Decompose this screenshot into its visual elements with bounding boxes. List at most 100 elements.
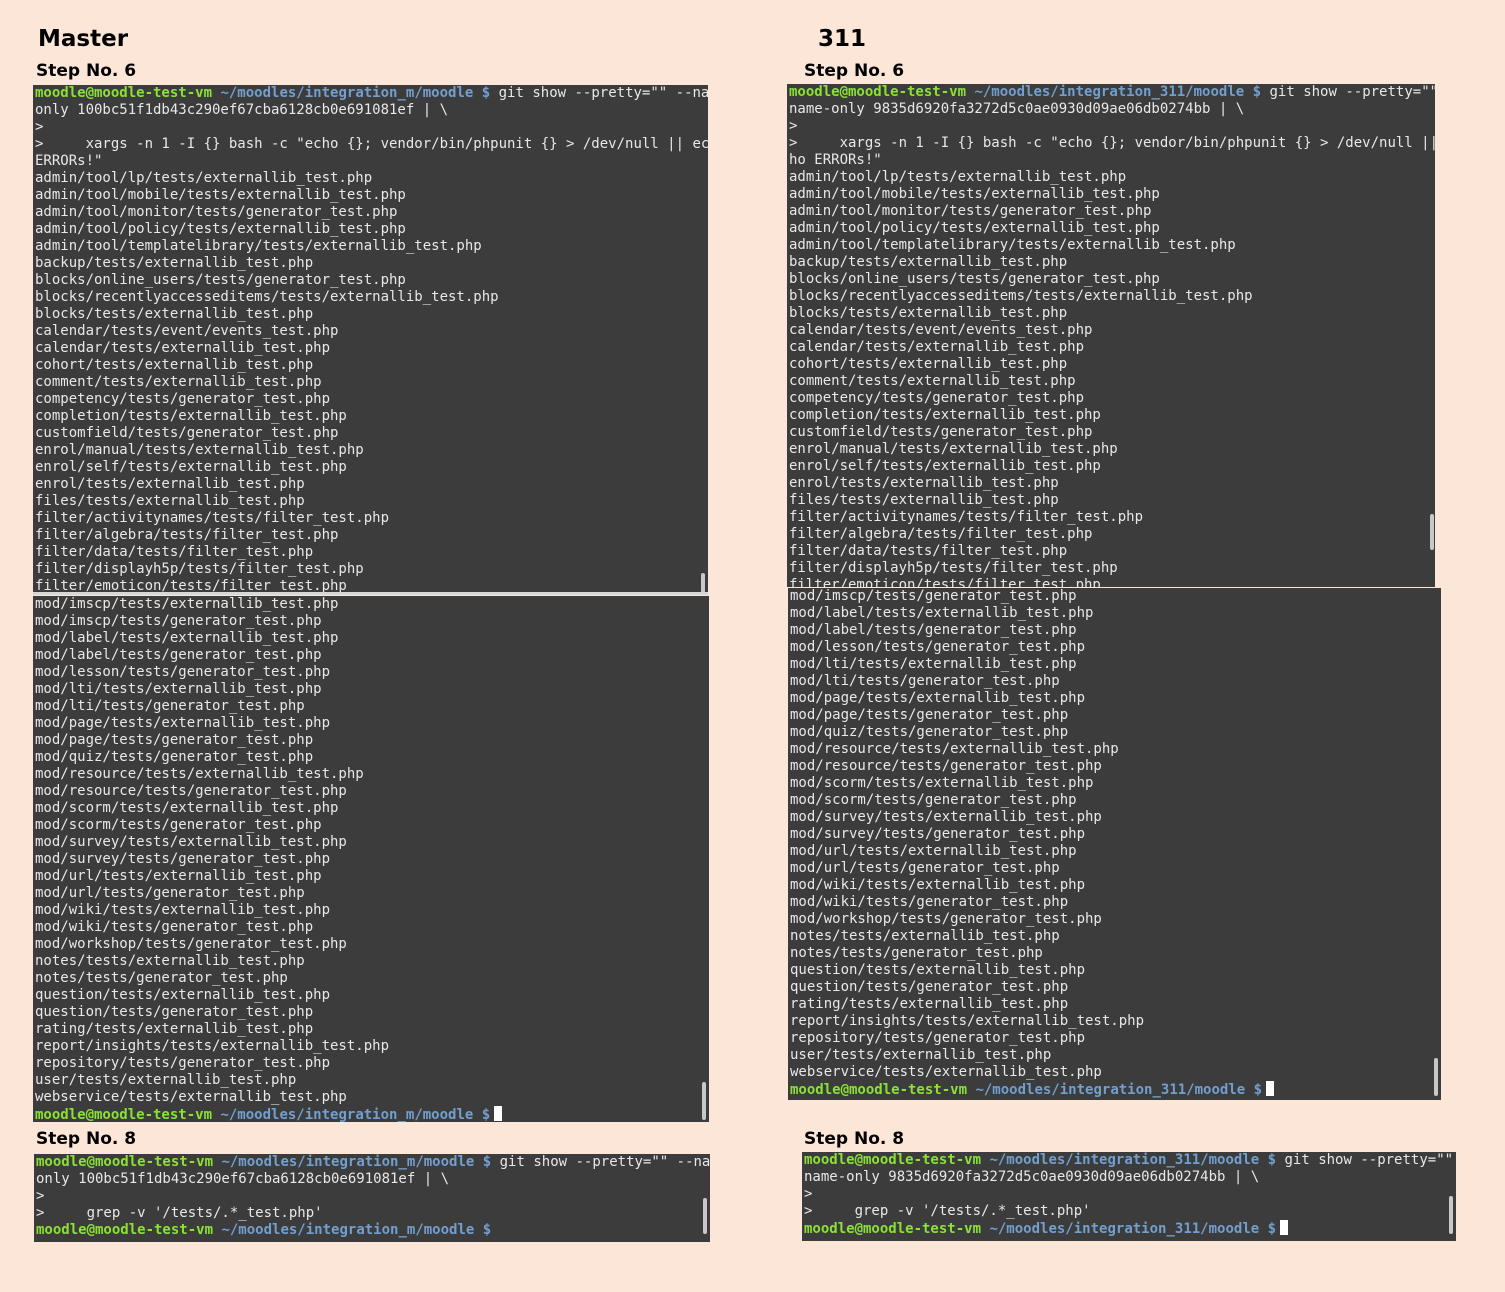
output-file-line: notes/tests/externallib_test.php (790, 928, 1060, 944)
command-text: git show --pretty="" -- (1284, 1152, 1454, 1168)
prompt-dollar: $ (1267, 1152, 1277, 1168)
output-file-line: calendar/tests/externallib_test.php (789, 339, 1085, 355)
output-file-line: question/tests/externallib_test.php (790, 962, 1086, 978)
output-file-line: mod/label/tests/externallib_test.php (35, 630, 339, 646)
command-continuation: > xargs -n 1 -I {} bash -c "echo {}; ven… (789, 135, 1435, 151)
output-file-line: admin/tool/lp/tests/externallib_test.php (789, 169, 1127, 185)
terminal-scrollbar[interactable] (1449, 1196, 1453, 1234)
output-file-line: mod/page/tests/generator_test.php (790, 707, 1069, 723)
output-file-line: customfield/tests/generator_test.php (789, 424, 1093, 440)
output-file-line: notes/tests/generator_test.php (35, 970, 288, 986)
output-file-line: admin/tool/templatelibrary/tests/externa… (789, 237, 1236, 253)
output-file-line: mod/label/tests/generator_test.php (35, 647, 322, 663)
terminal-311-step6-top[interactable]: moodle@moodle-test-vm ~/moodles/integrat… (787, 84, 1435, 587)
output-file-line: question/tests/generator_test.php (790, 979, 1069, 995)
output-file-line: mod/survey/tests/externallib_test.php (790, 809, 1102, 825)
terminal-scrollbar[interactable] (702, 1082, 706, 1120)
output-file-line: mod/page/tests/generator_test.php (35, 732, 314, 748)
prompt-user: moodle@moodle-test-vm (789, 84, 967, 100)
output-file-line: mod/survey/tests/generator_test.php (790, 826, 1086, 842)
output-file-line: mod/scorm/tests/generator_test.php (35, 817, 322, 833)
output-file-line: backup/tests/externallib_test.php (789, 254, 1068, 270)
output-file-line: notes/tests/externallib_test.php (35, 953, 305, 969)
prompt-user: moodle@moodle-test-vm (35, 1107, 213, 1122)
terminal-311-step8[interactable]: moodle@moodle-test-vm ~/moodles/integrat… (802, 1152, 1456, 1241)
output-file-line: user/tests/externallib_test.php (790, 1047, 1052, 1063)
output-file-line: blocks/online_users/tests/generator_test… (35, 272, 406, 288)
output-file-line: mod/lti/tests/externallib_test.php (35, 681, 322, 697)
output-file-line: blocks/recentlyaccesseditems/tests/exter… (789, 288, 1253, 304)
output-file-line: report/insights/tests/externallib_test.p… (35, 1038, 390, 1054)
terminal-scrollbar[interactable] (1434, 1058, 1438, 1096)
output-file-line: enrol/tests/externallib_test.php (35, 476, 305, 492)
output-file-line: filter/data/tests/filter_test.php (789, 543, 1068, 559)
output-file-line: enrol/self/tests/externallib_test.php (789, 458, 1101, 474)
output-file-line: mod/url/tests/externallib_test.php (35, 868, 322, 884)
terminal-master-step8[interactable]: moodle@moodle-test-vm ~/moodles/integrat… (34, 1154, 710, 1242)
output-file-line: mod/label/tests/generator_test.php (790, 622, 1077, 638)
output-file-line: mod/scorm/tests/generator_test.php (790, 792, 1077, 808)
output-file-line: backup/tests/externallib_test.php (35, 255, 314, 271)
output-file-line: comment/tests/externallib_test.php (789, 373, 1076, 389)
output-file-line: admin/tool/policy/tests/externallib_test… (789, 220, 1160, 236)
prompt-dollar: $ (482, 1222, 492, 1238)
terminal-311-step6-bottom[interactable]: mod/imscp/tests/generator_test.php mod/la… (788, 588, 1441, 1100)
output-file-line: mod/lesson/tests/generator_test.php (35, 664, 331, 680)
output-file-line: blocks/tests/externallib_test.php (35, 306, 314, 322)
output-file-line: admin/tool/templatelibrary/tests/externa… (35, 238, 482, 254)
output-file-line: mod/quiz/tests/generator_test.php (35, 749, 314, 765)
prompt-path: ~/moodles/integration_311/moodle (989, 1152, 1260, 1168)
command-continuation: > grep -v '/tests/.*_test.php' (36, 1205, 323, 1221)
prompt-path: ~/moodles/integration_311/moodle (975, 1082, 1246, 1098)
cursor (1280, 1220, 1289, 1235)
output-file-line: repository/tests/generator_test.php (790, 1030, 1086, 1046)
output-file-line: report/insights/tests/externallib_test.p… (790, 1013, 1145, 1029)
output-file-line: mod/resource/tests/externallib_test.php (35, 766, 364, 782)
prompt-user: moodle@moodle-test-vm (35, 85, 213, 101)
output-file-line: mod/survey/tests/externallib_test.php (35, 834, 347, 850)
command-continuation: name-only 9835d6920fa3272d5c0ae0930d09ae… (789, 101, 1245, 117)
prompt-line: moodle@moodle-test-vm ~/moodles/integrat… (790, 1081, 1441, 1098)
prompt-user: moodle@moodle-test-vm (804, 1152, 982, 1168)
terminal-scrollbar[interactable] (701, 573, 705, 593)
command-continuation: > (35, 119, 44, 135)
prompt-line: moodle@moodle-test-vm ~/moodles/integrat… (36, 1154, 710, 1171)
command-text: git show --pretty="" --name- (499, 1154, 710, 1170)
output-file-line: mod/lti/tests/generator_test.php (35, 698, 305, 714)
command-continuation: > xargs -n 1 -I {} bash -c "echo {}; ven… (35, 136, 708, 152)
terminal-scrollbar[interactable] (1430, 514, 1434, 550)
terminal-master-step6-top[interactable]: moodle@moodle-test-vm ~/moodles/integrat… (33, 85, 708, 594)
output-file-line: mod/url/tests/generator_test.php (790, 860, 1060, 876)
command-continuation: ERRORs!" (35, 153, 103, 169)
prompt-user: moodle@moodle-test-vm (790, 1082, 968, 1098)
prompt-path: ~/moodles/integration_m/moodle (220, 85, 474, 101)
prompt-line: moodle@moodle-test-vm ~/moodles/integrat… (804, 1152, 1456, 1169)
output-file-line: blocks/tests/externallib_test.php (789, 305, 1068, 321)
prompt-line: moodle@moodle-test-vm ~/moodles/integrat… (36, 1222, 710, 1239)
terminal-master-step6-bottom[interactable]: mod/imscp/tests/externallib_test.php mod/… (33, 596, 709, 1122)
output-file-line: competency/tests/generator_test.php (35, 391, 331, 407)
command-text: git show --pretty="" -- (1269, 84, 1435, 100)
output-file-line: mod/url/tests/generator_test.php (35, 885, 305, 901)
output-file-line: filter/data/tests/filter_test.php (35, 544, 314, 560)
output-file-line: mod/resource/tests/generator_test.php (35, 783, 347, 799)
command-continuation: ho ERRORs!" (789, 152, 882, 168)
output-file-line: mod/wiki/tests/generator_test.php (35, 919, 314, 935)
prompt-line: moodle@moodle-test-vm ~/moodles/integrat… (35, 85, 708, 102)
output-file-line: mod/lti/tests/externallib_test.php (790, 656, 1077, 672)
output-file-line: mod/resource/tests/generator_test.php (790, 758, 1102, 774)
output-file-line: mod/imscp/tests/externallib_test.php (35, 596, 339, 612)
output-file-line: mod/quiz/tests/generator_test.php (790, 724, 1069, 740)
command-continuation: only 100bc51f1db43c290ef67cba6128cb0e691… (35, 102, 449, 118)
prompt-path: ~/moodles/integration_311/moodle (989, 1221, 1260, 1237)
cursor (494, 1106, 503, 1121)
output-file-line: webservice/tests/externallib_test.php (790, 1064, 1102, 1080)
output-file-line: rating/tests/externallib_test.php (35, 1021, 314, 1037)
prompt-dollar: $ (1252, 84, 1262, 100)
output-file-line: comment/tests/externallib_test.php (35, 374, 322, 390)
output-file-line: mod/wiki/tests/externallib_test.php (35, 902, 331, 918)
prompt-user: moodle@moodle-test-vm (804, 1221, 982, 1237)
output-file-line: blocks/recentlyaccesseditems/tests/exter… (35, 289, 499, 305)
command-continuation: only 100bc51f1db43c290ef67cba6128cb0e691… (36, 1171, 450, 1187)
terminal-scrollbar[interactable] (703, 1198, 707, 1234)
